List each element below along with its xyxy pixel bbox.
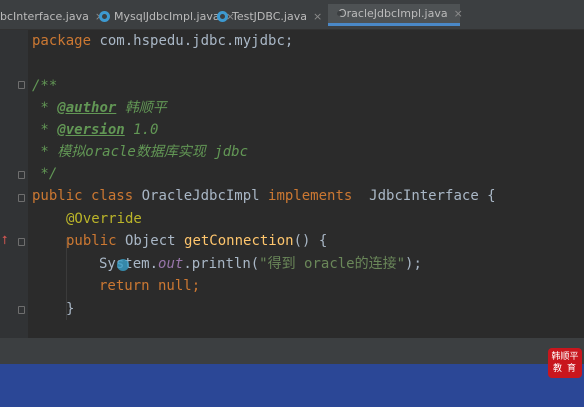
tab-jdbc-interface[interactable]: bcInterface.java × — [0, 5, 104, 27]
editor-bottom-strip — [0, 338, 584, 364]
tab-label: OracleJdbcImpl.java — [338, 7, 448, 20]
java-class-icon — [217, 10, 228, 22]
close-icon[interactable]: × — [313, 10, 322, 23]
logo-line-1: 韩顺平 — [551, 352, 579, 362]
code-line-description: * 模拟oracle数据库实现 jdbc — [32, 144, 249, 160]
fold-icon[interactable] — [18, 306, 25, 314]
java-class-icon — [99, 10, 110, 22]
logo-line-2: 教育 — [552, 364, 581, 374]
tab-label: MysqlJdbcImpl.java — [114, 9, 220, 23]
code-line-author: * @author 韩顺平 — [32, 100, 167, 116]
tab-oracle-jdbc-impl[interactable]: OracleJdbcImpl.java × — [328, 4, 463, 26]
code-line-println: System.out.println("得到 oracle的连接"); — [99, 256, 422, 272]
tab-label: TestJDBC.java — [232, 9, 307, 23]
code-editor[interactable]: ⭡ package com.hspedu.jdbc.myjdbc; /** * … — [0, 30, 584, 338]
fold-icon[interactable] — [18, 238, 25, 246]
code-line-version: * @version 1.0 — [32, 122, 159, 138]
code-line-doc-open: /** — [32, 78, 58, 94]
editor-gutter — [0, 30, 28, 338]
fold-icon[interactable] — [18, 171, 25, 179]
fold-icon[interactable] — [18, 81, 25, 89]
code-line-doc-close: */ — [32, 166, 58, 182]
tab-mysql-jdbc-impl[interactable]: MysqlJdbcImpl.java × — [99, 5, 235, 27]
tab-label: bcInterface.java — [0, 9, 89, 23]
tab-test-jdbc[interactable]: TestJDBC.java × — [217, 5, 322, 27]
fold-icon[interactable] — [18, 194, 25, 202]
code-line-package: package com.hspedu.jdbc.myjdbc; — [32, 33, 294, 49]
mouse-cursor-highlight — [117, 259, 129, 271]
code-line-close-brace: } — [66, 301, 75, 317]
brand-logo: 韩顺平 教育 — [548, 348, 582, 378]
video-overlay-band — [0, 364, 584, 407]
close-icon[interactable]: × — [454, 7, 463, 20]
code-line-return: return null; — [99, 278, 201, 294]
code-line-override: @Override — [66, 211, 142, 227]
code-line-class-declaration: public class OracleJdbcImpl implements J… — [32, 188, 496, 204]
editor-tab-bar: bcInterface.java × MysqlJdbcImpl.java × … — [0, 0, 584, 30]
code-line-method: public Object getConnection() { — [66, 233, 328, 249]
override-arrow-icon[interactable]: ⭡ — [2, 233, 8, 248]
